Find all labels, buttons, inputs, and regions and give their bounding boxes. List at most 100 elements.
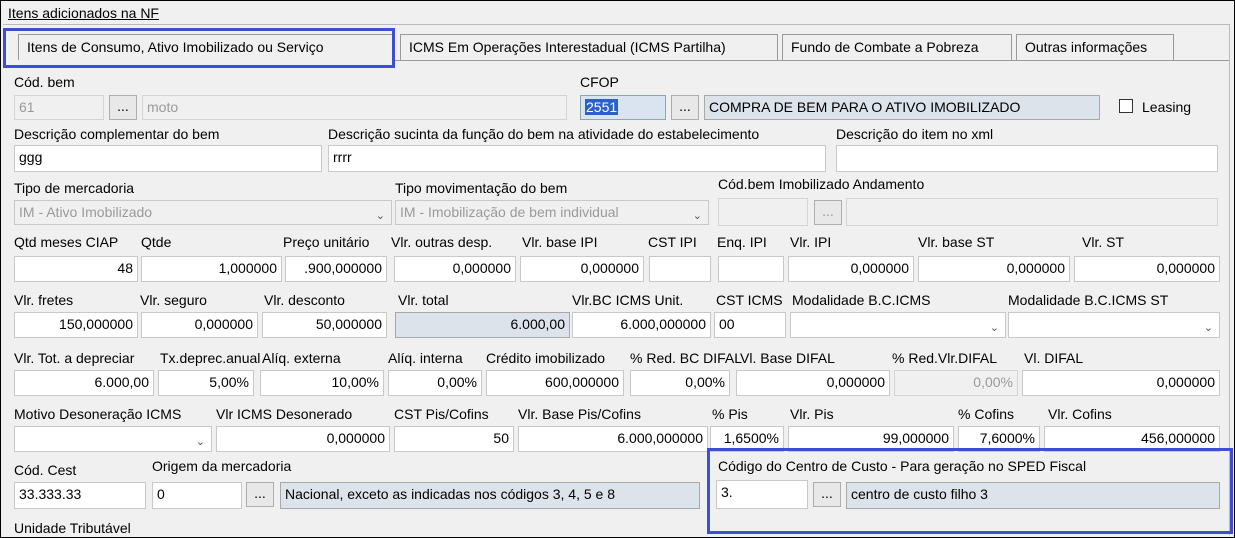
mod-bc-st-select[interactable]: ⌄ xyxy=(1008,312,1220,338)
seguro-input[interactable]: 0,000000 xyxy=(141,312,258,338)
base-ipi-input[interactable]: 0,000000 xyxy=(520,256,644,282)
cest-label: Cód. Cest xyxy=(14,462,77,478)
origem-desc-input: Nacional, exceto as indicadas nos código… xyxy=(280,482,700,509)
red-bc-difal-input[interactable]: 0,00% xyxy=(630,370,730,396)
red-bc-difal-label: % Red. BC DIFAL xyxy=(630,350,743,366)
fretes-label: Vlr. fretes xyxy=(14,292,74,308)
ipi-input[interactable]: 0,000000 xyxy=(788,256,914,282)
cod-imob-desc-input xyxy=(846,198,1218,226)
credito-label: Crédito imobilizado xyxy=(486,350,606,366)
preco-input[interactable]: .900,000000 xyxy=(285,256,387,282)
cod-bem-input[interactable]: 61 xyxy=(14,95,104,120)
icms-deson-label: Vlr ICMS Desonerado xyxy=(216,406,353,422)
mod-bc-select[interactable]: ⌄ xyxy=(790,312,1006,338)
chevron-down-icon: ⌄ xyxy=(692,210,702,222)
cest-input[interactable]: 33.333.33 xyxy=(14,482,146,509)
unidade-tributavel-label: Unidade Tributável xyxy=(14,520,131,536)
desconto-label: Vlr. desconto xyxy=(264,292,345,308)
tot-depreciar-label: Vlr. Tot. a depreciar xyxy=(14,350,135,366)
tab-panel-line xyxy=(395,60,1229,61)
bem-name-input[interactable]: moto xyxy=(142,95,567,120)
mod-bc-label: Modalidade B.C.ICMS xyxy=(792,292,931,308)
desc-compl-label: Descrição complementar do bem xyxy=(14,126,220,142)
cod-imob-label: Cód.bem Imobilizado Andamento xyxy=(718,176,925,192)
leasing-checkbox[interactable] xyxy=(1119,99,1133,113)
desc-xml-input[interactable] xyxy=(836,145,1218,172)
qtde-input[interactable]: 1,000000 xyxy=(141,256,282,282)
base-st-input[interactable]: 0,000000 xyxy=(918,256,1070,282)
origem-lookup-button[interactable]: ... xyxy=(246,482,274,507)
enq-ipi-input[interactable] xyxy=(718,256,784,282)
motivo-deson-select[interactable]: ⌄ xyxy=(14,426,212,452)
cfop-lookup-button[interactable]: ... xyxy=(671,95,699,120)
icms-deson-input[interactable]: 0,000000 xyxy=(216,426,390,452)
qtde-label: Qtde xyxy=(141,234,172,250)
cofins-pct-label: % Cofins xyxy=(958,406,1015,422)
seguro-label: Vlr. seguro xyxy=(140,292,207,308)
base-difal-input[interactable]: 0,000000 xyxy=(736,370,890,396)
base-pis-input[interactable]: 6.000,000000 xyxy=(518,426,708,452)
preco-label: Preço unitário xyxy=(283,234,370,250)
tx-deprec-input[interactable]: 5,00% xyxy=(158,370,254,396)
chevron-down-icon: ⌄ xyxy=(989,322,999,334)
outras-desp-input[interactable]: 0,000000 xyxy=(394,256,516,282)
tipo-mov-value: IM - Imobilização de bem individual xyxy=(400,204,619,220)
desc-funcao-label: Descrição sucinta da função do bem na at… xyxy=(328,126,760,142)
difal-input[interactable]: 0,000000 xyxy=(1022,370,1220,396)
pis-pct-label: % Pis xyxy=(712,406,748,422)
chevron-down-icon: ⌄ xyxy=(1203,322,1213,334)
desc-xml-label: Descrição do item no xml xyxy=(836,126,994,142)
aliq-interna-label: Alíq. interna xyxy=(388,350,463,366)
tipo-mov-select[interactable]: IM - Imobilização de bem individual ⌄ xyxy=(395,200,709,225)
tipo-merc-value: IM - Ativo Imobilizado xyxy=(19,204,153,220)
origem-label: Origem da mercadoria xyxy=(152,458,292,474)
base-pis-label: Vlr. Base Pis/Cofins xyxy=(518,406,641,422)
qtd-meses-input[interactable]: 48 xyxy=(14,256,138,282)
aliq-interna-input[interactable]: 0,00% xyxy=(388,370,482,396)
credito-input[interactable]: 600,000000 xyxy=(486,370,624,396)
tx-deprec-label: Tx.deprec.anual xyxy=(160,350,261,366)
tab-outras-info[interactable]: Outras informações xyxy=(1016,34,1174,60)
st-input[interactable]: 0,000000 xyxy=(1074,256,1220,282)
desc-funcao-input[interactable]: rrrr xyxy=(328,145,826,172)
tipo-merc-select[interactable]: IM - Ativo Imobilizado ⌄ xyxy=(14,200,392,225)
cfop-input[interactable]: 2551 xyxy=(580,95,666,120)
desc-compl-input[interactable]: ggg xyxy=(14,145,322,172)
cst-icms-input[interactable]: 00 xyxy=(714,312,786,338)
base-difal-label: Vl. Base DIFAL xyxy=(740,350,835,366)
fretes-input[interactable]: 150,000000 xyxy=(14,312,138,338)
bc-icms-label: Vlr.BC ICMS Unit. xyxy=(572,292,684,308)
outras-desp-label: Vlr. outras desp. xyxy=(391,234,493,250)
cod-bem-lookup-button[interactable]: ... xyxy=(109,95,137,120)
desconto-input[interactable]: 50,000000 xyxy=(262,312,387,338)
mod-bc-st-label: Modalidade B.C.ICMS ST xyxy=(1008,292,1169,308)
tipo-merc-label: Tipo de mercadoria xyxy=(14,180,135,196)
cst-ipi-input[interactable] xyxy=(649,256,711,282)
cst-ipi-label: CST IPI xyxy=(648,234,697,250)
ipi-label: Vlr. IPI xyxy=(790,234,832,250)
cst-icms-label: CST ICMS xyxy=(716,292,783,308)
chevron-down-icon: ⌄ xyxy=(375,210,385,222)
cfop-code-selected: 2551 xyxy=(585,99,619,115)
highlight-centro-custo-box xyxy=(707,448,1233,534)
total-label: Vlr. total xyxy=(398,292,449,308)
red-vlr-difal-input[interactable]: 0,00% xyxy=(894,370,1018,396)
cfop-desc-input: COMPRA DE BEM PARA O ATIVO IMOBILIZADO xyxy=(704,95,1100,120)
cst-pis-input[interactable]: 50 xyxy=(394,426,514,452)
total-input: 6.000,00 xyxy=(395,312,570,338)
aliq-externa-input[interactable]: 10,00% xyxy=(260,370,384,396)
tab-fundo-pobreza[interactable]: Fundo de Combate a Pobreza xyxy=(782,34,1012,60)
aliq-externa-label: Alíq. externa xyxy=(262,350,341,366)
tot-depreciar-input[interactable]: 6.000,00 xyxy=(14,370,154,396)
motivo-deson-label: Motivo Desoneração ICMS xyxy=(14,406,182,422)
origem-input[interactable]: 0 xyxy=(152,482,242,509)
cod-imob-input[interactable] xyxy=(718,198,808,226)
tipo-mov-label: Tipo movimentação do bem xyxy=(395,180,568,196)
pis-label: Vlr. Pis xyxy=(790,406,834,422)
cofins-label: Vlr. Cofins xyxy=(1048,406,1112,422)
difal-label: Vl. DIFAL xyxy=(1024,350,1084,366)
tab-icms-partilha[interactable]: ICMS Em Operações Interestadual (ICMS Pa… xyxy=(400,34,778,60)
bc-icms-input[interactable]: 6.000,000000 xyxy=(572,312,711,338)
frame-title: Itens adicionados na NF xyxy=(8,5,159,21)
cod-imob-lookup-button[interactable]: ... xyxy=(814,200,842,225)
